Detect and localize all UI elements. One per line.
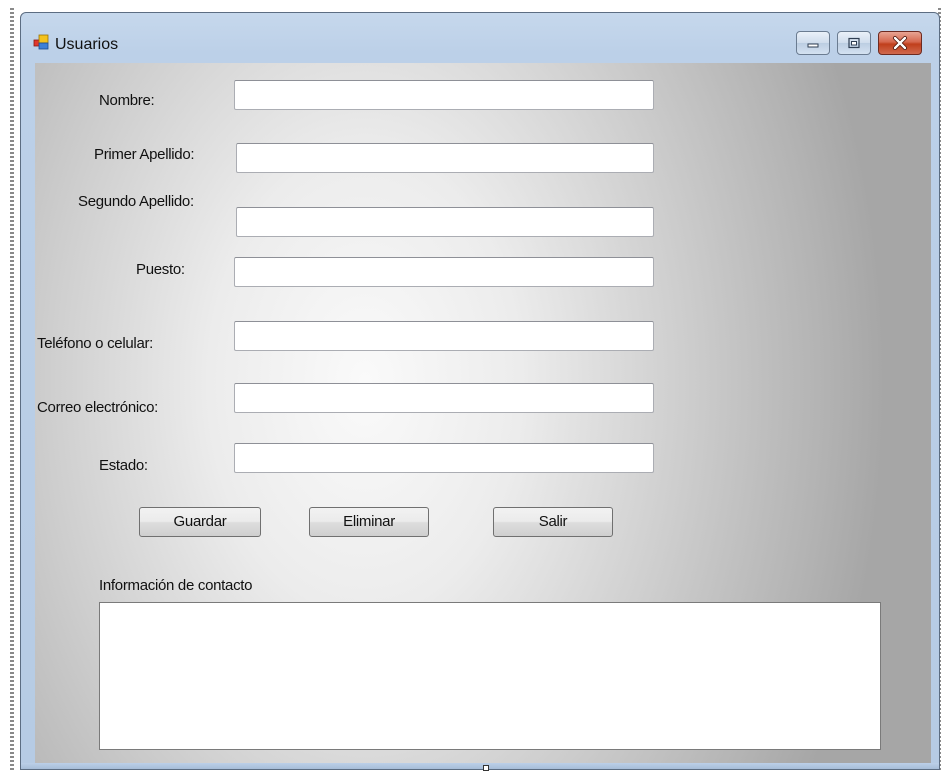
minimize-icon bbox=[807, 43, 819, 48]
maximize-icon bbox=[848, 37, 860, 49]
informacion-contacto-textarea[interactable] bbox=[99, 602, 881, 750]
correo-label: Correo electrónico: bbox=[37, 399, 159, 416]
segundo-apellido-label: Segundo Apellido: bbox=[78, 193, 194, 210]
nombre-label: Nombre: bbox=[99, 92, 155, 109]
nombre-field[interactable] bbox=[234, 80, 654, 110]
resize-grip-icon[interactable] bbox=[483, 765, 489, 771]
designer-selection-border-left bbox=[10, 8, 14, 772]
estado-field[interactable] bbox=[234, 443, 654, 473]
maximize-button[interactable] bbox=[837, 31, 871, 55]
telefono-field[interactable] bbox=[234, 321, 654, 351]
guardar-button[interactable]: Guardar bbox=[139, 507, 261, 537]
puesto-label: Puesto: bbox=[136, 261, 185, 278]
window-title: Usuarios bbox=[55, 36, 119, 53]
app-window-icon bbox=[33, 34, 49, 50]
window-bottom-frame bbox=[21, 763, 939, 769]
eliminar-button[interactable]: Eliminar bbox=[309, 507, 429, 537]
correo-field[interactable] bbox=[234, 383, 654, 413]
estado-label: Estado: bbox=[99, 457, 148, 474]
title-bar[interactable]: Usuarios bbox=[21, 13, 939, 63]
segundo-apellido-field[interactable] bbox=[236, 207, 654, 237]
form-client-area: Nombre: Primer Apellido: Segundo Apellid… bbox=[35, 63, 931, 763]
usuarios-window: Usuarios Nombre: Primer Apellido: Segund… bbox=[20, 12, 940, 770]
telefono-label: Teléfono o celular: bbox=[37, 335, 154, 352]
close-button[interactable] bbox=[878, 31, 922, 55]
minimize-button[interactable] bbox=[796, 31, 830, 55]
puesto-field[interactable] bbox=[234, 257, 654, 287]
close-icon bbox=[893, 36, 907, 50]
salir-button[interactable]: Salir bbox=[493, 507, 613, 537]
primer-apellido-label: Primer Apellido: bbox=[94, 146, 195, 163]
primer-apellido-field[interactable] bbox=[236, 143, 654, 173]
informacion-contacto-label: Información de contacto bbox=[99, 577, 253, 594]
